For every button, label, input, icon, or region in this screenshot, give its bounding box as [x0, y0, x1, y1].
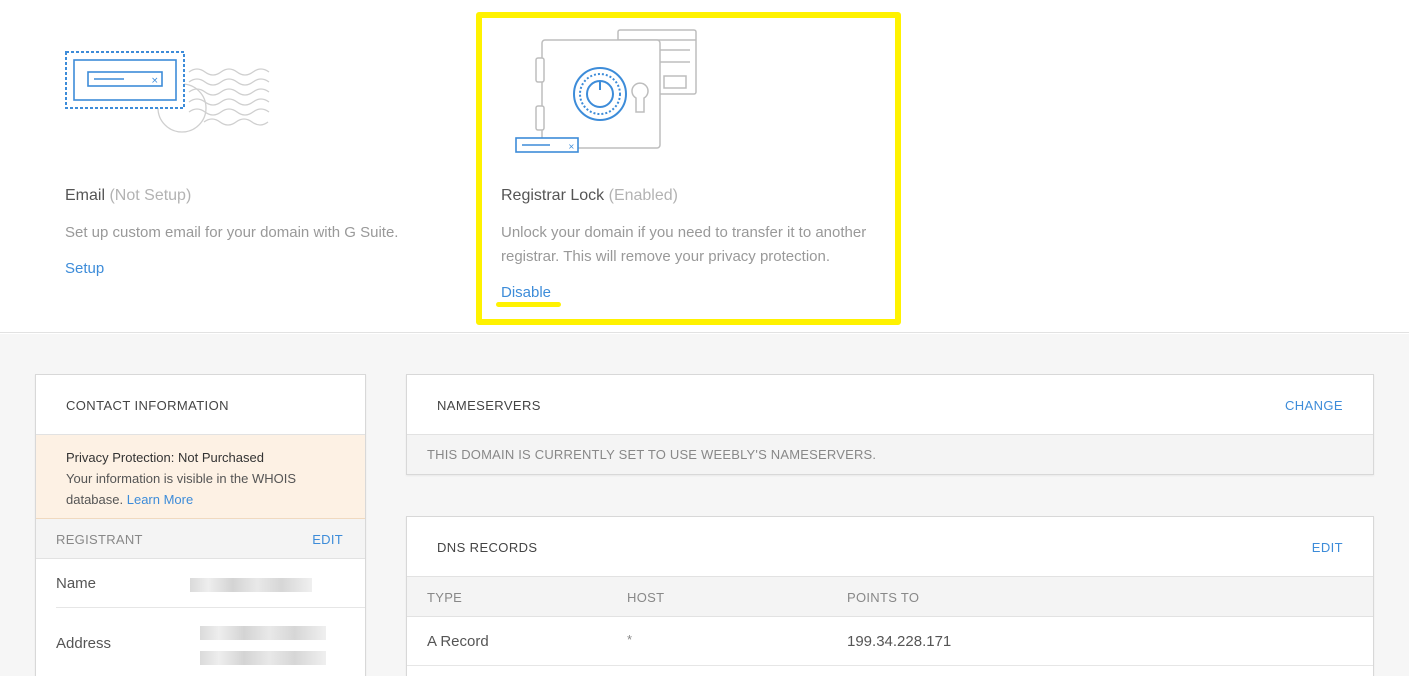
registrant-subheader: REGISTRANT EDIT [36, 519, 365, 559]
contact-card-title: CONTACT INFORMATION [66, 398, 229, 413]
domain-details-section: CONTACT INFORMATION Privacy Protection: … [0, 334, 1409, 676]
registrar-lock-title-text: Registrar Lock [501, 187, 605, 204]
nameservers-note: THIS DOMAIN IS CURRENTLY SET TO USE WEEB… [407, 435, 1373, 474]
privacy-text-line2: database. Learn More [66, 489, 336, 510]
dns-records-card: DNS RECORDS EDIT TYPE HOST POINTS TO A R… [406, 516, 1374, 676]
email-description: Set up custom email for your domain with… [65, 224, 399, 241]
contact-card-header: CONTACT INFORMATION [36, 375, 365, 435]
svg-text:×: × [151, 76, 159, 86]
address-label: Address [56, 635, 112, 652]
email-feature: × Email (Not Setup) Set up custom email … [0, 0, 460, 333]
registrar-lock-disable-link[interactable]: Disable [501, 284, 551, 301]
column-header-type: TYPE [427, 590, 463, 605]
dns-row-type: A Record [427, 633, 489, 650]
email-setup-link[interactable]: Setup [65, 260, 104, 277]
privacy-text-database: database. [66, 492, 124, 507]
svg-text:×: × [568, 142, 575, 151]
dns-records-title: DNS RECORDS [437, 540, 538, 555]
stamp-envelope-icon: × [65, 51, 270, 133]
registrar-lock-feature: × Registrar Lock (Enabled) Unlock your d… [480, 16, 900, 321]
email-status: (Not Setup) [109, 187, 192, 204]
dns-edit-button[interactable]: EDIT [1312, 540, 1343, 555]
registrar-lock-description: Unlock your domain if you need to transf… [501, 221, 866, 269]
table-row[interactable]: A Record * 199.34.228.171 [407, 617, 1373, 666]
column-header-host: HOST [627, 590, 665, 605]
nameservers-title: NAMESERVERS [437, 398, 541, 413]
privacy-protection-notice: Privacy Protection: Not Purchased Your i… [36, 435, 365, 519]
contact-information-card: CONTACT INFORMATION Privacy Protection: … [35, 374, 366, 676]
learn-more-link[interactable]: Learn More [127, 492, 193, 507]
nameservers-card: NAMESERVERS CHANGE THIS DOMAIN IS CURREN… [406, 374, 1374, 475]
row-divider [56, 607, 365, 608]
registrar-lock-status: (Enabled) [608, 187, 678, 204]
dns-row-host: * [627, 632, 633, 647]
email-title-text: Email [65, 187, 106, 204]
nameservers-change-button[interactable]: CHANGE [1285, 398, 1343, 413]
dns-table-header: TYPE HOST POINTS TO [407, 577, 1373, 617]
safe-vault-icon: × [515, 29, 697, 153]
privacy-text-line1: Your information is visible in the WHOIS [66, 471, 297, 486]
name-value-redacted [190, 578, 312, 592]
address-value-redacted-line1 [200, 626, 326, 640]
name-label: Name [56, 575, 97, 592]
highlight-annotation-underline [496, 302, 561, 307]
domain-features-section: × Email (Not Setup) Set up custom email … [0, 0, 1409, 333]
column-header-points-to: POINTS TO [847, 590, 920, 605]
dns-card-header: DNS RECORDS EDIT [407, 517, 1373, 577]
email-title: Email (Not Setup) [65, 187, 191, 205]
registrar-lock-description-line2: registrar. This will remove your privacy… [501, 248, 831, 265]
registrant-label: REGISTRANT [56, 532, 143, 547]
registrant-edit-button[interactable]: EDIT [312, 532, 343, 547]
registrar-lock-description-line1: Unlock your domain if you need to transf… [501, 224, 867, 241]
registrar-lock-title: Registrar Lock (Enabled) [501, 187, 678, 205]
nameservers-card-header: NAMESERVERS CHANGE [407, 375, 1373, 435]
privacy-title: Privacy Protection: Not Purchased [66, 450, 264, 465]
dns-row-points-to: 199.34.228.171 [847, 633, 952, 650]
address-value-redacted-line2 [200, 651, 326, 665]
